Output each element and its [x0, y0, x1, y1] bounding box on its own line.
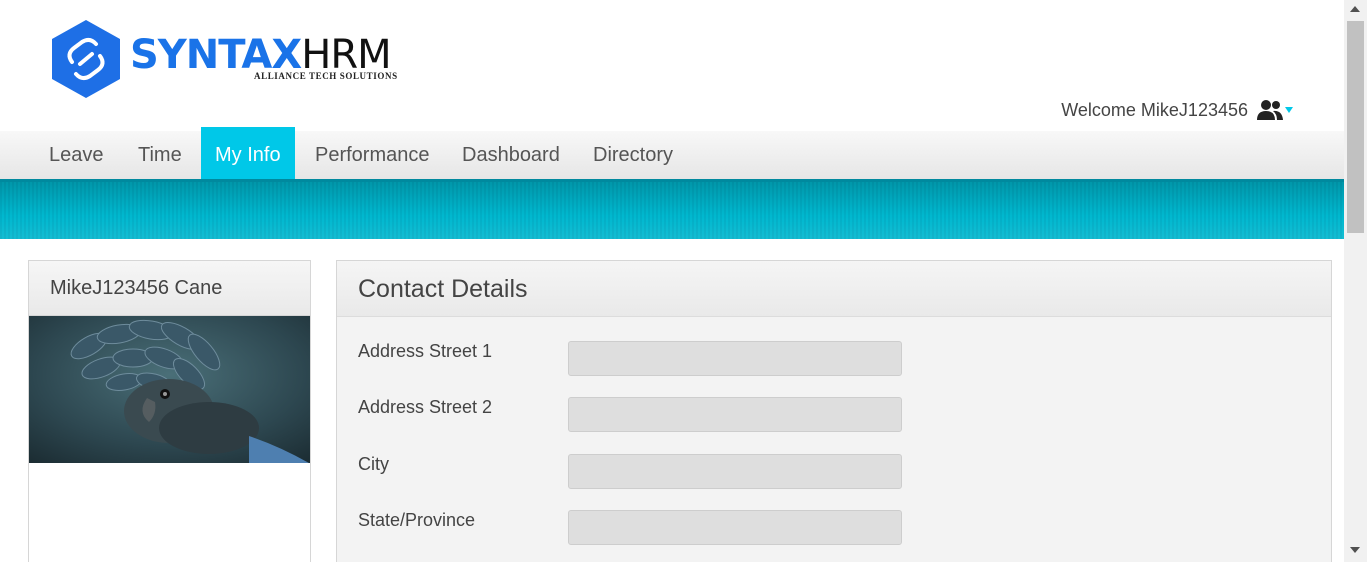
syntaxhrm-logo[interactable]: SYNTAXHRM ALLIANCE TECH SOLUTIONS	[50, 18, 410, 100]
nav-item-leave[interactable]: Leave	[35, 131, 118, 179]
nav-item-directory[interactable]: Directory	[579, 131, 687, 179]
contact-details-title: Contact Details	[337, 261, 1331, 317]
profile-name: MikeJ123456 Cane	[29, 261, 310, 316]
profile-photo[interactable]	[29, 316, 310, 463]
profile-panel: MikeJ123456 Cane	[28, 260, 311, 562]
nav-item-my-info[interactable]: My Info	[201, 127, 295, 183]
address-street-1-input[interactable]	[568, 341, 902, 376]
nav-submenu-band	[0, 179, 1344, 239]
nav-item-performance[interactable]: Performance	[301, 131, 444, 179]
state-province-input[interactable]	[568, 510, 902, 545]
scroll-thumb[interactable]	[1347, 21, 1364, 233]
scroll-down-arrow-icon[interactable]	[1350, 547, 1360, 553]
address-street-2-label: Address Street 2	[358, 397, 493, 417]
welcome-text: Welcome MikeJ123456	[1061, 99, 1248, 120]
logo-tagline: ALLIANCE TECH SOLUTIONS	[254, 71, 398, 81]
address-street-2-input[interactable]	[568, 397, 902, 432]
hexagon-link-logo-icon	[52, 20, 120, 98]
vertical-scrollbar[interactable]	[1344, 0, 1367, 562]
city-label: City	[358, 454, 389, 474]
welcome-menu[interactable]: Welcome MikeJ123456	[1061, 96, 1294, 124]
scroll-up-arrow-icon[interactable]	[1350, 6, 1360, 12]
address-street-1-label: Address Street 1	[358, 341, 493, 361]
page-header: SYNTAXHRM ALLIANCE TECH SOLUTIONS Welcom…	[0, 0, 1344, 131]
state-province-label: State/Province	[358, 510, 476, 530]
users-icon	[1257, 100, 1283, 120]
nav-item-time[interactable]: Time	[124, 131, 196, 179]
nav-item-dashboard[interactable]: Dashboard	[448, 131, 574, 179]
city-input[interactable]	[568, 454, 902, 489]
caret-down-icon[interactable]	[1284, 105, 1294, 115]
main-nav: Leave Time My Info Performance Dashboard…	[0, 127, 1344, 183]
contact-details-panel: Contact Details Address Street 1 Address…	[336, 260, 1332, 562]
